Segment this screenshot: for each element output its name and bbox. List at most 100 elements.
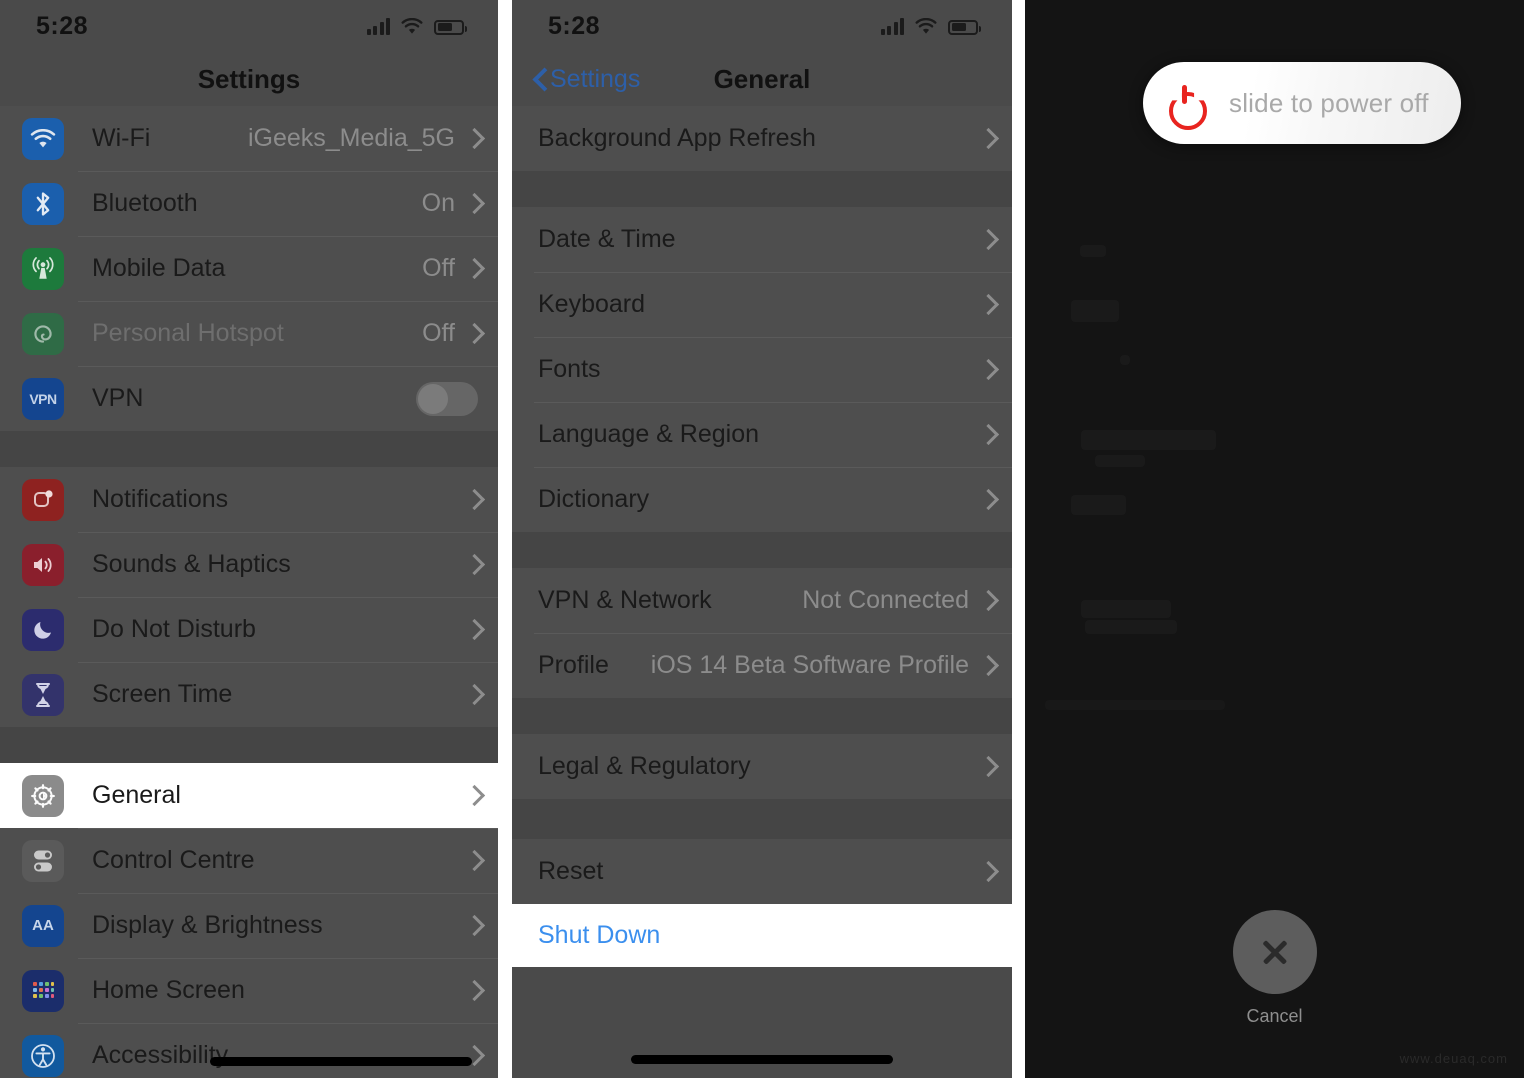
home-screen-icon (22, 969, 64, 1012)
panel-settings-list: 5:28 Settings Wi-Fi iGeeks_Media_5G Blue… (0, 0, 498, 1078)
settings-row-wifi[interactable]: Wi-Fi iGeeks_Media_5G (0, 106, 498, 171)
cancel-label: Cancel (1246, 1006, 1303, 1026)
status-bar-time: 5:28 (548, 11, 601, 40)
cellular-bars-icon (880, 17, 904, 35)
settings-row-general[interactable]: General (0, 763, 498, 828)
general-row-label: Fonts (538, 355, 601, 383)
general-group-locale: Date & Time Keyboard Fonts Language & Re… (512, 207, 1012, 532)
power-icon (1167, 85, 1201, 121)
general-row-dictionary[interactable]: Dictionary (512, 467, 1012, 532)
control-centre-icon (22, 839, 64, 882)
chevron-right-icon (981, 490, 992, 509)
settings-row-notifications[interactable]: Notifications (0, 467, 498, 532)
chevron-right-icon (981, 295, 992, 314)
settings-row-accessibility[interactable]: Accessibility (0, 1023, 498, 1078)
status-bar: 5:28 (512, 0, 1012, 52)
settings-row-label: Do Not Disturb (92, 615, 256, 643)
ghost-artifact (1071, 495, 1126, 515)
ghost-artifact (1081, 430, 1216, 450)
status-bar-icons (366, 17, 467, 35)
ghost-artifact (1081, 600, 1171, 618)
general-row-vpn-network[interactable]: VPN & Network Not Connected (512, 568, 1012, 633)
general-row-legal-regulatory[interactable]: Legal & Regulatory (512, 734, 1012, 799)
display-brightness-icon: AA (22, 904, 64, 947)
ghost-artifact (1095, 455, 1145, 467)
general-group-reset: Reset (512, 839, 1012, 904)
general-row-label: Date & Time (538, 225, 676, 253)
slide-to-power-off-slider[interactable]: slide to power off (1143, 62, 1461, 144)
settings-group-connectivity: Wi-Fi iGeeks_Media_5G Bluetooth On Mobil… (0, 106, 498, 431)
general-group-network-profile: VPN & Network Not Connected Profile iOS … (512, 568, 1012, 698)
wifi-icon (915, 17, 937, 35)
settings-row-bluetooth[interactable]: Bluetooth On (0, 171, 498, 236)
home-indicator (631, 1055, 893, 1064)
chevron-right-icon (467, 620, 478, 639)
general-row-keyboard[interactable]: Keyboard (512, 272, 1012, 337)
chevron-right-icon (981, 591, 992, 610)
back-button-label: Settings (550, 64, 641, 93)
wifi-icon (401, 17, 423, 35)
settings-row-do-not-disturb[interactable]: Do Not Disturb (0, 597, 498, 662)
general-row-date-time[interactable]: Date & Time (512, 207, 1012, 272)
general-row-label: Legal & Regulatory (538, 752, 751, 780)
screenshot-stage: 5:28 Settings Wi-Fi iGeeks_Media_5G Blue… (0, 0, 1524, 1078)
ghost-artifact (1045, 700, 1225, 710)
general-row-value: iOS 14 Beta Software Profile (650, 651, 969, 679)
chevron-right-icon (467, 129, 478, 148)
cellular-bars-icon (366, 17, 390, 35)
settings-row-sounds-haptics[interactable]: Sounds & Haptics (0, 532, 498, 597)
settings-row-label: Screen Time (92, 680, 233, 708)
home-indicator (210, 1057, 472, 1066)
group-separator (512, 799, 1012, 839)
general-row-background-app-refresh[interactable]: Background App Refresh (512, 106, 1012, 171)
general-gear-icon (22, 774, 64, 817)
cancel-control[interactable]: Cancel (1025, 910, 1524, 1027)
group-separator (0, 727, 498, 763)
chevron-right-icon (467, 981, 478, 1000)
settings-row-home-screen[interactable]: Home Screen (0, 958, 498, 1023)
settings-row-screen-time[interactable]: Screen Time (0, 662, 498, 727)
chevron-right-icon (981, 757, 992, 776)
general-row-label: Keyboard (538, 290, 646, 318)
settings-row-mobile-data[interactable]: Mobile Data Off (0, 236, 498, 301)
group-separator (512, 171, 1012, 207)
back-button[interactable]: Settings (534, 52, 640, 106)
ghost-artifact (1120, 355, 1130, 365)
settings-row-value: iGeeks_Media_5G (247, 124, 455, 152)
settings-row-personal-hotspot[interactable]: Personal Hotspot Off (0, 301, 498, 366)
chevron-left-icon (534, 69, 546, 90)
vpn-toggle[interactable] (416, 381, 478, 416)
personal-hotspot-icon (22, 312, 64, 355)
chevron-right-icon (467, 194, 478, 213)
chevron-right-icon (467, 685, 478, 704)
chevron-right-icon (467, 851, 478, 870)
do-not-disturb-icon (22, 608, 64, 651)
settings-row-label: Accessibility (92, 1041, 229, 1069)
chevron-right-icon (467, 259, 478, 278)
settings-row-control-centre[interactable]: Control Centre (0, 828, 498, 893)
wifi-settings-icon (22, 117, 64, 160)
general-row-language-region[interactable]: Language & Region (512, 402, 1012, 467)
mobile-data-icon (22, 247, 64, 290)
settings-row-label: Home Screen (92, 976, 245, 1004)
settings-row-label: Control Centre (92, 846, 255, 874)
settings-row-vpn[interactable]: VPN VPN (0, 366, 498, 431)
vpn-icon: VPN (22, 377, 64, 420)
chevron-right-icon (981, 656, 992, 675)
settings-row-value: Off (422, 254, 455, 282)
settings-group-system: General Control Centre AA Display & Brig… (0, 763, 498, 1078)
general-row-shut-down[interactable]: Shut Down (512, 904, 1012, 967)
general-group-background: Background App Refresh (512, 106, 1012, 171)
panel-power-off-overlay: slide to power off Cancel www.deuaq.com (1025, 0, 1524, 1078)
chevron-right-icon (467, 916, 478, 935)
general-group-legal: Legal & Regulatory (512, 734, 1012, 799)
slider-knob[interactable] (1145, 64, 1223, 142)
accessibility-icon (22, 1034, 64, 1077)
close-x-icon[interactable] (1232, 910, 1317, 994)
general-row-reset[interactable]: Reset (512, 839, 1012, 904)
general-row-fonts[interactable]: Fonts (512, 337, 1012, 402)
settings-row-label: Bluetooth (92, 189, 198, 217)
screen-time-icon (22, 673, 64, 716)
settings-row-display-brightness[interactable]: AA Display & Brightness (0, 893, 498, 958)
general-row-profile[interactable]: Profile iOS 14 Beta Software Profile (512, 633, 1012, 698)
